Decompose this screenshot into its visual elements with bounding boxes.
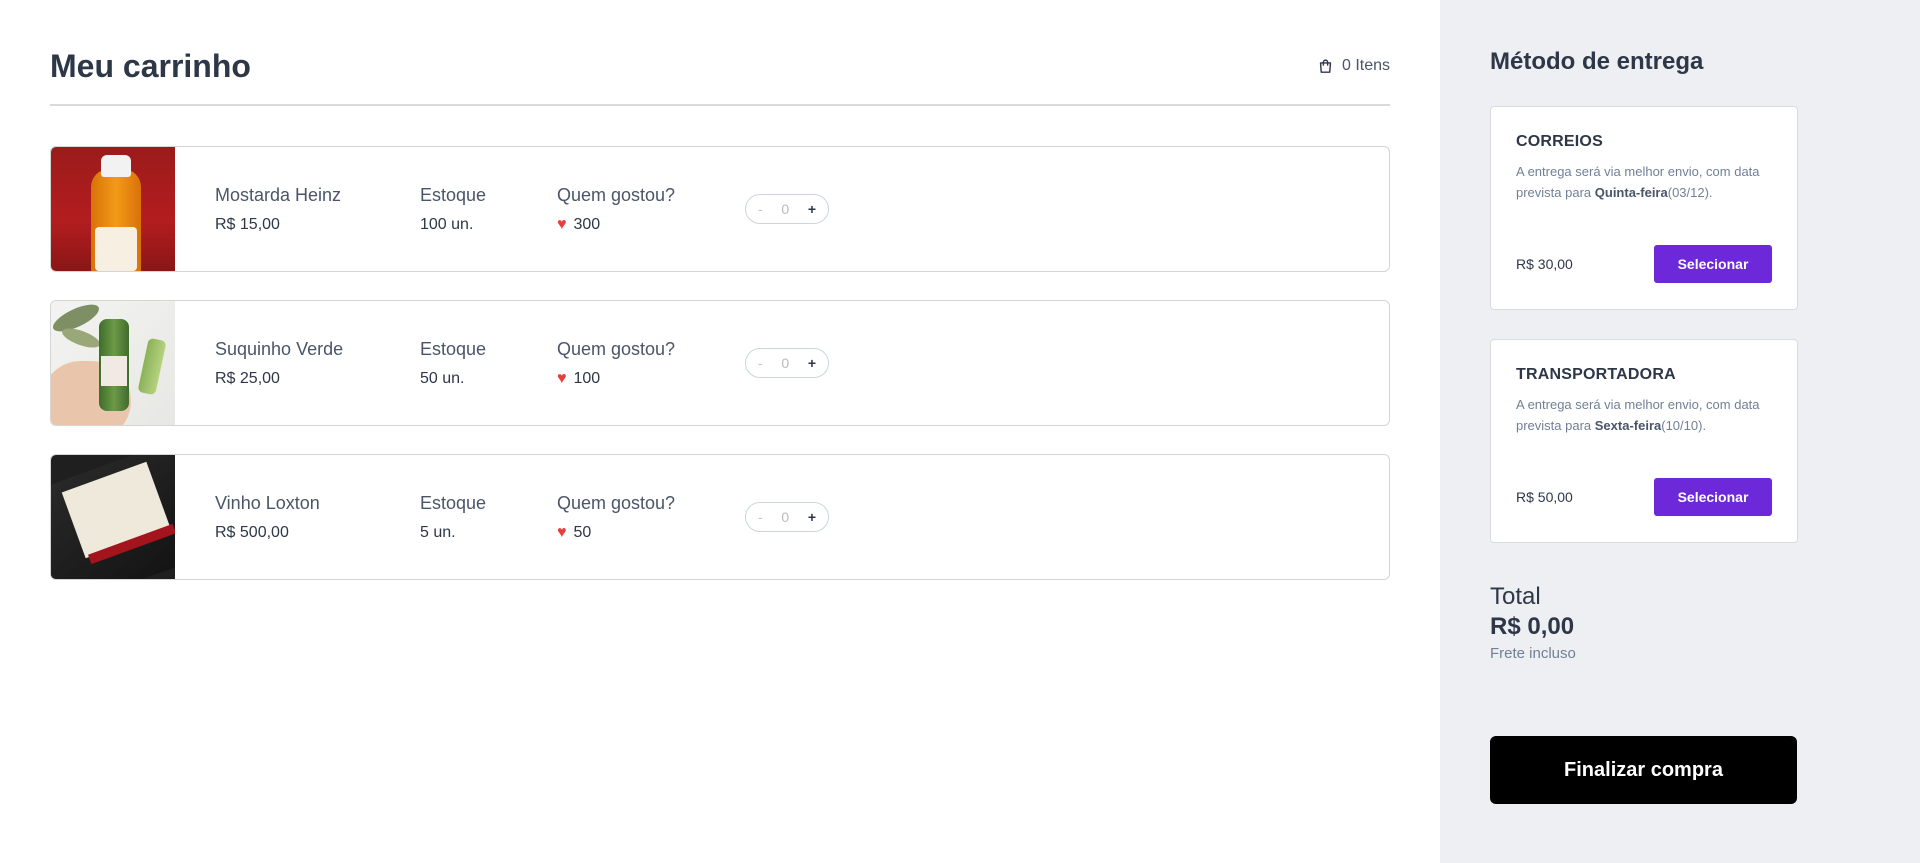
product-price: R$ 25,00	[215, 369, 280, 387]
decrement-button[interactable]: -	[758, 201, 763, 217]
heart-icon: ♥	[557, 523, 567, 541]
decrement-button[interactable]: -	[758, 509, 763, 525]
product-price: R$ 15,00	[215, 215, 280, 233]
shipping-option-correios: CORREIOS A entrega será via melhor envio…	[1490, 106, 1798, 310]
likes-value: ♥ 300	[557, 216, 745, 234]
shipping-option-name: CORREIOS	[1516, 133, 1603, 150]
stock-label: Estoque	[420, 492, 487, 513]
shipping-option-transportadora: TRANSPORTADORA A entrega será via melhor…	[1490, 339, 1798, 543]
likes-value: ♥ 100	[557, 370, 745, 388]
stock-label: Estoque	[420, 184, 487, 205]
delivery-date: (10/10).	[1661, 418, 1707, 433]
increment-button[interactable]: +	[808, 355, 816, 371]
stock-value: 5 un.	[420, 523, 456, 541]
product-stock-cell: Estoque 5 un.	[420, 493, 557, 542]
total-value: R$ 0,00	[1490, 613, 1575, 640]
shipping-included-note: Frete incluso	[1490, 645, 1576, 662]
likes-count: 50	[573, 523, 592, 541]
stock-label: Estoque	[420, 338, 487, 359]
product-list: Mostarda Heinz R$ 15,00 Estoque 100 un. …	[50, 146, 1390, 580]
checkout-button[interactable]: Finalizar compra	[1490, 736, 1797, 804]
increment-button[interactable]: +	[808, 509, 816, 525]
items-count-label: 0 Itens	[1341, 57, 1390, 74]
quantity-stepper: - 0 +	[745, 194, 829, 224]
product-row: Vinho Loxton R$ 500,00 Estoque 5 un. Que…	[50, 454, 1390, 580]
quantity-stepper: - 0 +	[745, 348, 829, 378]
product-name-cell: Suquinho Verde R$ 25,00	[215, 339, 420, 388]
shipping-price: R$ 50,00	[1516, 489, 1573, 505]
shipping-option-name: TRANSPORTADORA	[1516, 366, 1676, 383]
product-name-cell: Vinho Loxton R$ 500,00	[215, 493, 420, 542]
likes-label: Quem gostou?	[557, 338, 676, 359]
product-stock-cell: Estoque 50 un.	[420, 339, 557, 388]
quantity-value: 0	[781, 509, 790, 525]
delivery-day: Quinta-feira	[1594, 185, 1668, 200]
cart-header: Meu carrinho 0 Itens	[50, 0, 1390, 106]
shopping-bag-icon	[1317, 58, 1334, 75]
total-label: Total	[1490, 583, 1541, 610]
likes-label: Quem gostou?	[557, 492, 676, 513]
increment-button[interactable]: +	[808, 201, 816, 217]
quantity-value: 0	[781, 355, 790, 371]
product-stock-cell: Estoque 100 un.	[420, 185, 557, 234]
shipping-title: Método de entrega	[1490, 48, 1704, 75]
product-likes-cell: Quem gostou? ♥ 300	[557, 185, 745, 234]
heart-icon: ♥	[557, 215, 567, 233]
product-likes-cell: Quem gostou? ♥ 100	[557, 339, 745, 388]
cart-items-count[interactable]: 0 Itens	[1317, 57, 1390, 75]
decrement-button[interactable]: -	[758, 355, 763, 371]
product-name-cell: Mostarda Heinz R$ 15,00	[215, 185, 420, 234]
likes-count: 300	[573, 215, 601, 233]
delivery-date: (03/12).	[1667, 185, 1713, 200]
product-row: Mostarda Heinz R$ 15,00 Estoque 100 un. …	[50, 146, 1390, 272]
cart-panel: Meu carrinho 0 Itens Mostarda Heinz R$ 1…	[0, 0, 1440, 863]
shipping-price: R$ 30,00	[1516, 256, 1573, 272]
shipping-option-description: A entrega será via melhor envio, com dat…	[1516, 161, 1772, 203]
product-likes-cell: Quem gostou? ♥ 50	[557, 493, 745, 542]
select-shipping-button[interactable]: Selecionar	[1654, 245, 1772, 283]
order-total: Total R$ 0,00 Frete incluso	[1490, 583, 1870, 662]
checkout-sidebar: Método de entrega CORREIOS A entrega ser…	[1440, 0, 1920, 863]
shipping-option-description: A entrega será via melhor envio, com dat…	[1516, 394, 1772, 436]
quantity-value: 0	[781, 201, 790, 217]
shipping-option-footer: R$ 50,00 Selecionar	[1516, 478, 1772, 516]
product-image-mustard	[51, 147, 175, 271]
product-image-juice	[51, 301, 175, 425]
product-row: Suquinho Verde R$ 25,00 Estoque 50 un. Q…	[50, 300, 1390, 426]
product-name: Vinho Loxton	[215, 492, 320, 513]
likes-label: Quem gostou?	[557, 184, 676, 205]
heart-icon: ♥	[557, 369, 567, 387]
shipping-option-footer: R$ 30,00 Selecionar	[1516, 245, 1772, 283]
product-image-wine	[51, 455, 175, 579]
page-title: Meu carrinho	[50, 47, 251, 84]
product-name: Suquinho Verde	[215, 338, 344, 359]
likes-value: ♥ 50	[557, 524, 745, 542]
stock-value: 100 un.	[420, 215, 474, 233]
stock-value: 50 un.	[420, 369, 465, 387]
product-name: Mostarda Heinz	[215, 184, 342, 205]
likes-count: 100	[573, 369, 601, 387]
delivery-day: Sexta-feira	[1594, 418, 1662, 433]
select-shipping-button[interactable]: Selecionar	[1654, 478, 1772, 516]
product-price: R$ 500,00	[215, 523, 289, 541]
quantity-stepper: - 0 +	[745, 502, 829, 532]
